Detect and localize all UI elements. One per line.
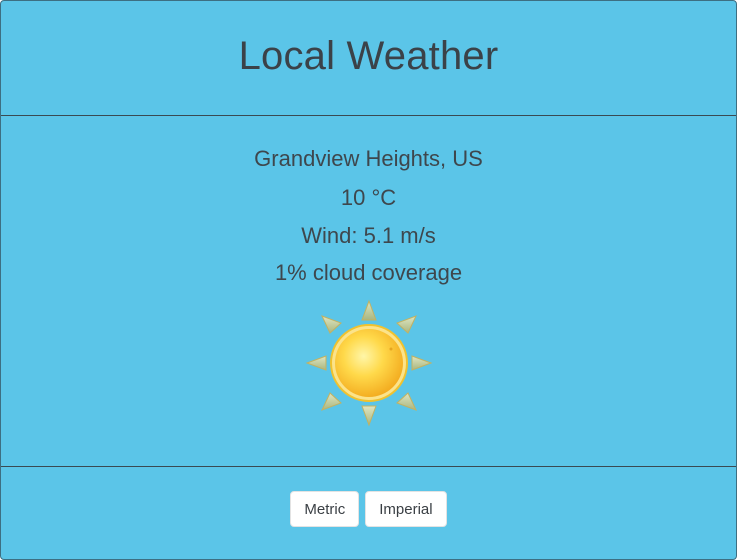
weather-panel: Local Weather Grandview Heights, US 10 °… xyxy=(0,0,737,560)
location-text: Grandview Heights, US xyxy=(254,146,483,171)
weather-info: Grandview Heights, US 10 °C Wind: 5.1 m/… xyxy=(1,116,736,467)
metric-button[interactable]: Metric xyxy=(290,491,360,527)
page-title: Local Weather xyxy=(238,33,499,78)
sun-icon xyxy=(305,299,433,427)
wind-text: Wind: 5.1 m/s xyxy=(301,223,436,248)
header: Local Weather xyxy=(1,1,736,116)
imperial-button[interactable]: Imperial xyxy=(365,491,447,527)
cloud-coverage-text: 1% cloud coverage xyxy=(274,260,463,285)
temperature-text: 10 °C xyxy=(340,185,397,210)
unit-toggle: Metric Imperial xyxy=(1,467,736,559)
